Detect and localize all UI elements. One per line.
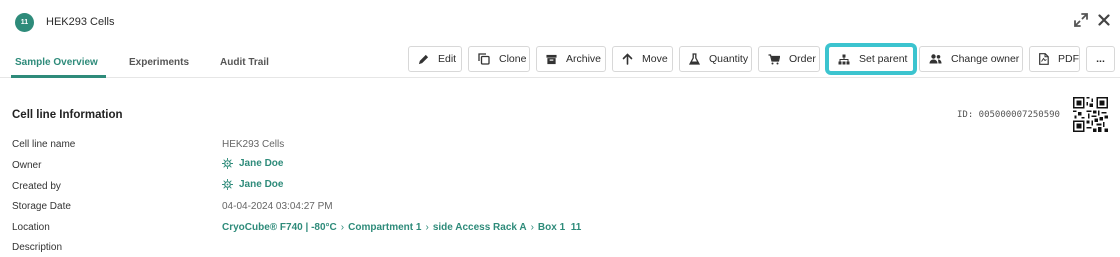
sample-badge: 11: [15, 13, 34, 32]
location-compartment-link[interactable]: Compartment 1: [348, 222, 421, 233]
location-box-link[interactable]: Box 1 11: [538, 222, 581, 233]
edit-button[interactable]: Edit: [408, 46, 462, 72]
page-title: HEK293 Cells: [46, 16, 115, 28]
expand-icon[interactable]: [1072, 11, 1090, 29]
active-tab-indicator: [11, 75, 106, 78]
tab-audit-trail[interactable]: Audit Trail: [220, 57, 269, 68]
tab-experiments[interactable]: Experiments: [129, 57, 189, 68]
flask-icon: [689, 53, 700, 65]
change-owner-label: Change owner: [951, 53, 1020, 65]
storage-date-label: Storage Date: [12, 201, 71, 212]
users-icon: [929, 54, 942, 64]
cart-icon: [768, 53, 780, 64]
tab-sample-overview[interactable]: Sample Overview: [15, 57, 98, 68]
more-actions-button[interactable]: ...: [1086, 46, 1115, 72]
move-button[interactable]: Move: [612, 46, 673, 72]
pdf-label: PDF: [1058, 53, 1079, 65]
pencil-icon: [418, 54, 429, 64]
location-breadcrumb: CryoCube® F740 | -80°C › Compartment 1 › sid…: [222, 222, 581, 233]
close-icon[interactable]: [1095, 11, 1113, 29]
storage-date-value: 04-04-2024 03:04:27 PM: [222, 201, 333, 212]
location-rack-link[interactable]: side Access Rack A: [433, 222, 527, 233]
created-by-name: Jane Doe: [239, 179, 284, 190]
edit-label: Edit: [438, 53, 457, 65]
breadcrumb-separator: ›: [425, 222, 429, 233]
order-label: Order: [789, 53, 816, 65]
cell-line-name-value: HEK293 Cells: [222, 139, 285, 150]
set-parent-label: Set parent: [859, 53, 908, 65]
sample-id: ID: 005000007250590: [957, 110, 1060, 120]
arrow-up-icon: [622, 53, 633, 65]
clone-button[interactable]: Clone: [468, 46, 530, 72]
hierarchy-icon: [838, 54, 850, 64]
move-label: Move: [642, 53, 668, 65]
archive-label: Archive: [566, 53, 602, 65]
clone-icon: [478, 53, 490, 65]
created-by-link[interactable]: Jane Doe: [222, 179, 283, 190]
set-parent-button[interactable]: Set parent: [828, 46, 914, 72]
archive-icon: [546, 54, 557, 64]
order-button[interactable]: Order: [758, 46, 820, 72]
more-label: ...: [1096, 53, 1105, 65]
breadcrumb-separator: ›: [340, 222, 345, 233]
breadcrumb-separator: ›: [530, 222, 534, 233]
owner-name: Jane Doe: [239, 158, 284, 169]
clone-label: Clone: [499, 53, 527, 65]
owner-label: Owner: [12, 160, 42, 171]
pdf-button[interactable]: PDF: [1029, 46, 1080, 72]
archive-button[interactable]: Archive: [536, 46, 606, 72]
location-freezer-link[interactable]: CryoCube® F740 | -80°C: [222, 222, 337, 233]
created-by-label: Created by: [12, 181, 61, 192]
change-owner-button[interactable]: Change owner: [919, 46, 1023, 72]
quantity-button[interactable]: Quantity: [679, 46, 752, 72]
section-title: Cell line Information: [12, 109, 123, 121]
user-avatar-icon: [222, 158, 233, 169]
cell-line-name-label: Cell line name: [12, 139, 76, 150]
location-label: Location: [12, 222, 50, 233]
description-label: Description: [12, 242, 63, 253]
quantity-label: Quantity: [709, 53, 749, 65]
qr-code-icon: [1073, 97, 1108, 132]
user-avatar-icon: [222, 179, 233, 190]
owner-link[interactable]: Jane Doe: [222, 158, 283, 169]
pdf-icon: [1039, 53, 1049, 65]
top-bar: 11 HEK293 Cells: [0, 0, 1120, 42]
